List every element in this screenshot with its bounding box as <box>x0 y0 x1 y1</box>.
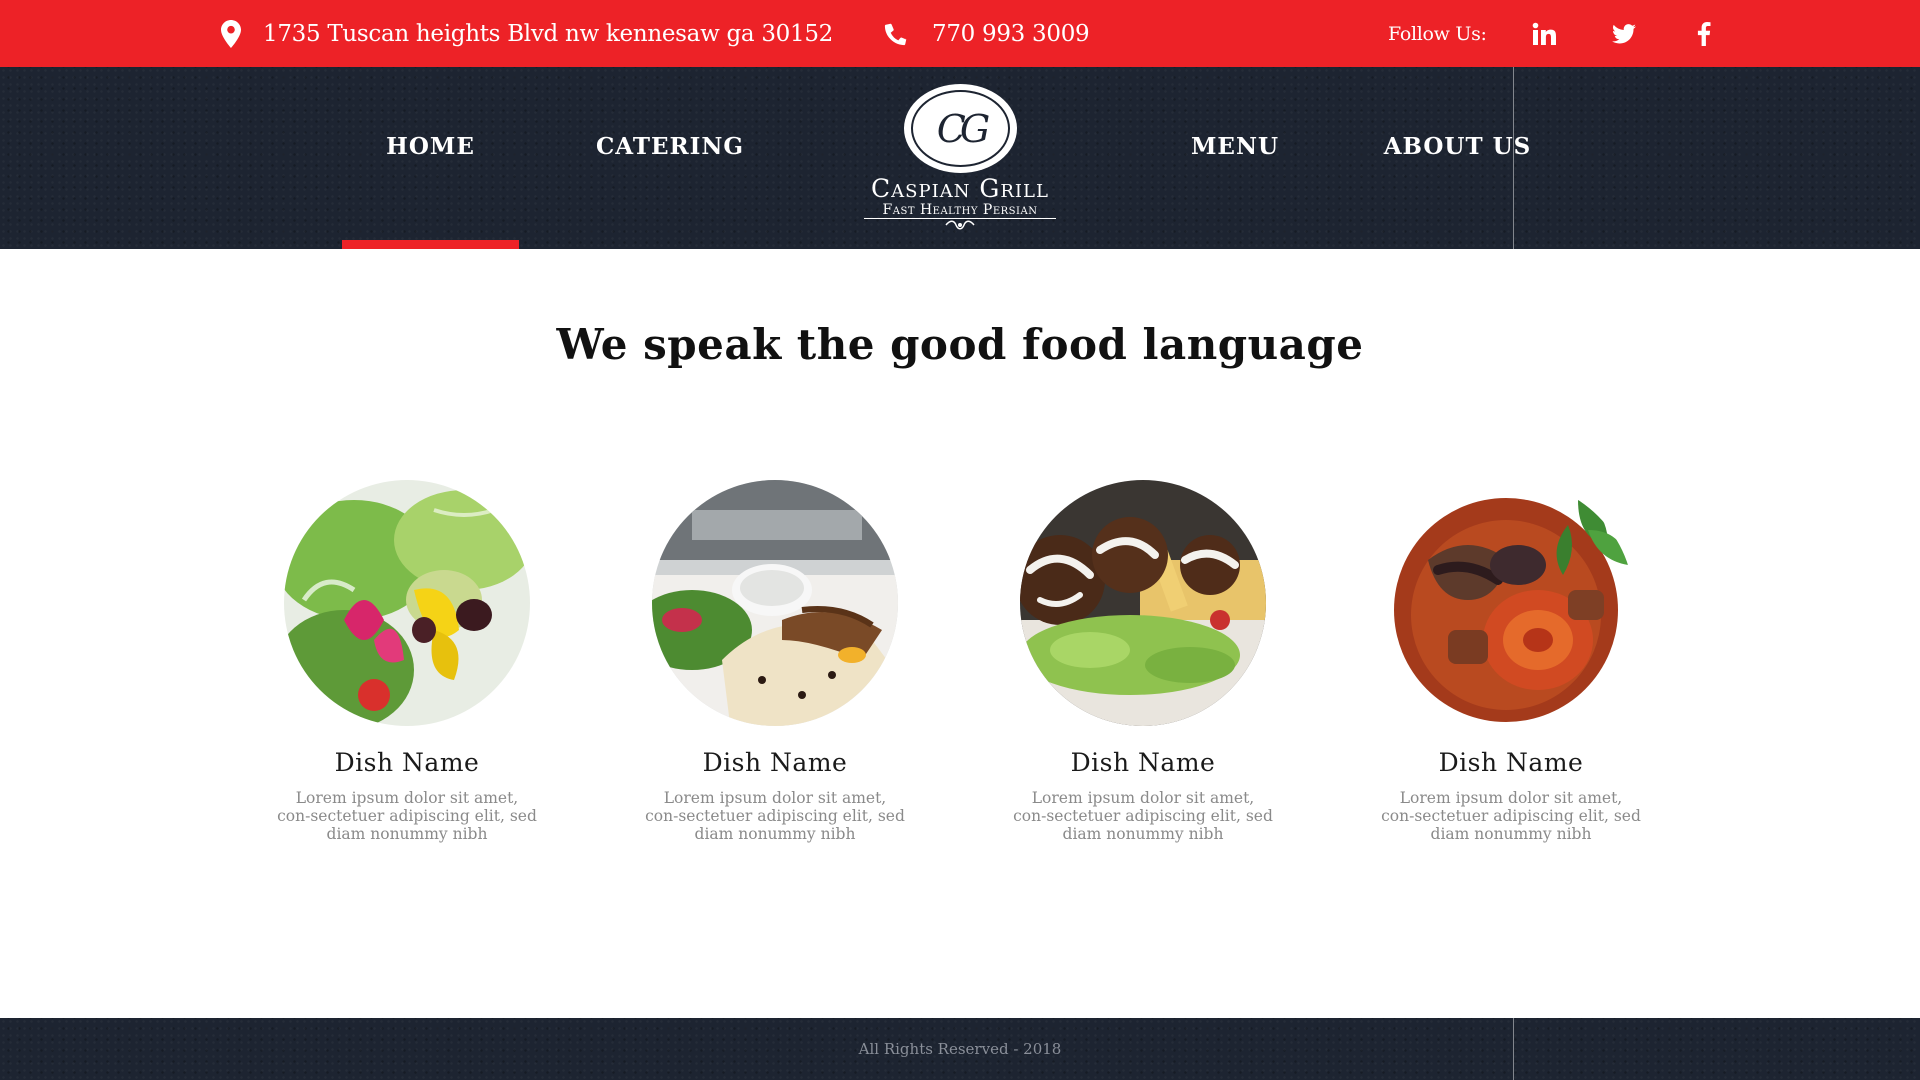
divider <box>1513 1018 1514 1080</box>
logo-tagline: Fast Healthy Persian <box>882 202 1038 218</box>
nav-item-label: ABOUT US <box>1383 132 1532 160</box>
falafel-photo <box>1020 480 1266 726</box>
dish-description: Lorem ipsum dolor sit amet, con-sectetue… <box>1381 789 1641 843</box>
logo-flourish-icon <box>945 220 975 230</box>
footer: All Rights Reserved - 2018 <box>0 1018 1920 1080</box>
dish-description: Lorem ipsum dolor sit amet, con-sectetue… <box>277 789 537 843</box>
copyright-text: All Rights Reserved - 2018 <box>858 1040 1062 1058</box>
nav-item-about-us[interactable]: ABOUT US <box>1380 67 1535 249</box>
nav-item-home[interactable]: HOME <box>342 67 519 249</box>
logo-monogram: CG <box>911 90 1010 167</box>
dish-description: Lorem ipsum dolor sit amet, con-sectetue… <box>645 789 905 843</box>
main-navigation: HOME CATERING CG Caspian Grill Fast Heal… <box>0 67 1920 249</box>
nav-item-menu[interactable]: MENU <box>1180 67 1290 249</box>
linkedin-icon[interactable] <box>1527 17 1561 51</box>
dish-card[interactable]: Dish Name Lorem ipsum dolor sit amet, co… <box>1013 480 1273 843</box>
top-contact-bar: 1735 Tuscan heights Blvd nw kennesaw ga … <box>0 0 1920 67</box>
dish-name: Dish Name <box>334 748 480 777</box>
nav-item-label: CATERING <box>595 132 745 160</box>
phone[interactable]: 770 993 3009 <box>884 0 1090 67</box>
dish-card[interactable]: Dish Name Lorem ipsum dolor sit amet, co… <box>277 480 537 843</box>
dish-description: Lorem ipsum dolor sit amet, con-sectetue… <box>1013 789 1273 843</box>
rice-plate-photo <box>652 480 898 726</box>
follow-label: Follow Us: <box>1388 22 1487 45</box>
facebook-icon[interactable] <box>1687 17 1721 51</box>
dish-card[interactable]: Dish Name Lorem ipsum dolor sit amet, co… <box>645 480 905 843</box>
twitter-icon[interactable] <box>1607 17 1641 51</box>
nav-item-label: HOME <box>386 132 475 160</box>
salad-photo <box>284 480 530 726</box>
active-nav-indicator <box>342 240 519 249</box>
dish-name: Dish Name <box>1070 748 1216 777</box>
follow-us: Follow Us: <box>1388 0 1721 67</box>
dish-name: Dish Name <box>702 748 848 777</box>
nav-item-label: MENU <box>1190 132 1280 160</box>
logo-emblem: CG <box>904 84 1017 173</box>
nav-item-catering[interactable]: CATERING <box>590 67 750 249</box>
address: 1735 Tuscan heights Blvd nw kennesaw ga … <box>221 0 833 67</box>
divider <box>1513 67 1514 249</box>
address-text: 1735 Tuscan heights Blvd nw kennesaw ga … <box>263 20 834 47</box>
phone-number[interactable]: 770 993 3009 <box>932 21 1090 47</box>
logo-brand-name: Caspian Grill <box>871 174 1049 203</box>
social-links <box>1527 17 1721 51</box>
stew-photo <box>1388 480 1634 726</box>
phone-icon <box>884 22 908 46</box>
dish-card[interactable]: Dish Name Lorem ipsum dolor sit amet, co… <box>1381 480 1641 843</box>
map-pin-icon <box>221 19 241 48</box>
dish-name: Dish Name <box>1438 748 1584 777</box>
logo[interactable]: CG Caspian Grill Fast Healthy Persian <box>860 84 1060 230</box>
page-headline: We speak the good food language <box>556 320 1364 369</box>
